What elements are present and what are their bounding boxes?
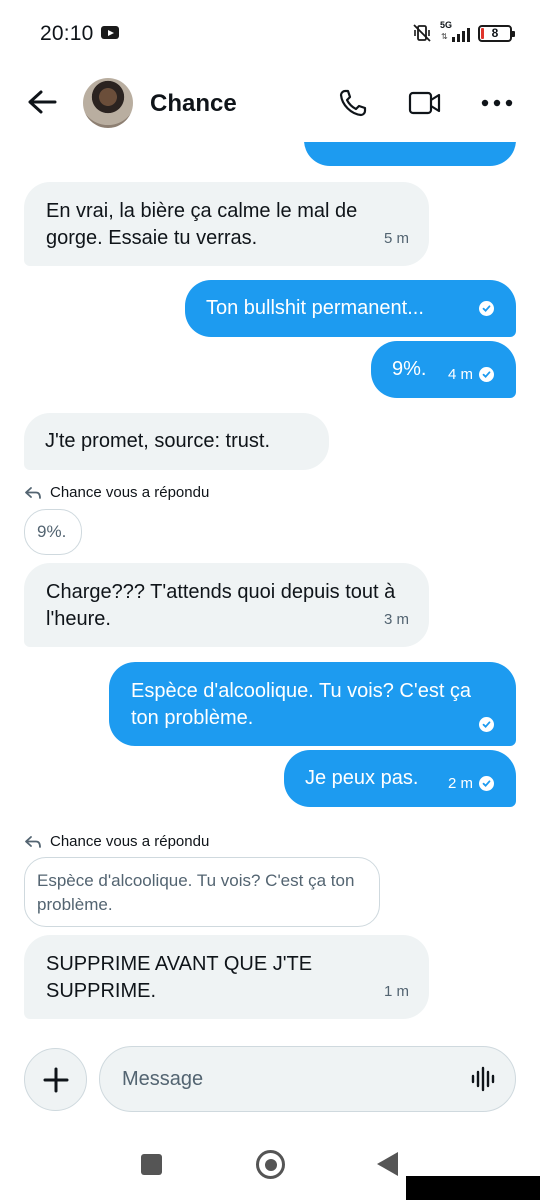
message-input[interactable] <box>99 1046 516 1112</box>
more-options-button[interactable] <box>480 86 514 120</box>
plus-icon <box>43 1067 68 1092</box>
phone-icon <box>339 89 367 117</box>
message-text: J'te promet, source: trust. <box>45 430 271 452</box>
avatar[interactable] <box>83 78 133 128</box>
reply-label: Chance vous a répondu <box>50 484 210 501</box>
network-type: 5G <box>440 20 453 30</box>
battery-icon: 8 <box>478 24 515 42</box>
status-bar: 20:10 5G ⇅ 8 <box>0 0 540 66</box>
message-bubble-partial[interactable] <box>304 142 516 166</box>
message-bubble-received[interactable]: J'te promet, source: trust. <box>24 413 329 470</box>
message-bubble-received[interactable]: Charge??? T'attends quoi depuis tout à l… <box>24 563 429 647</box>
system-back-button[interactable] <box>377 1152 398 1176</box>
reply-arrow-icon <box>25 835 41 848</box>
nav-bar-overlay <box>406 1176 540 1200</box>
message-bubble-received[interactable]: SUPPRIME AVANT QUE J'TE SUPPRIME. 1 m <box>24 935 429 1019</box>
message-time: 2 m <box>448 770 494 797</box>
quoted-message[interactable]: Espèce d'alcoolique. Tu vois? C'est ça t… <box>24 857 380 927</box>
quoted-text: 9%. <box>37 522 67 541</box>
more-dots-icon <box>481 99 513 107</box>
status-time: 20:10 <box>40 22 94 45</box>
system-navigation-bar <box>0 1130 540 1200</box>
message-time: 1 m <box>383 983 409 1000</box>
reply-indicator: Chance vous a répondu <box>24 833 209 850</box>
message-text: SUPPRIME AVANT QUE J'TE SUPPRIME. <box>46 953 313 1002</box>
quoted-message[interactable]: 9%. <box>24 509 82 555</box>
message-bubble-received[interactable]: En vrai, la bière ça calme le mal de gor… <box>24 182 429 266</box>
waveform-icon <box>471 1066 495 1092</box>
reply-arrow-icon <box>25 486 41 499</box>
mobile-signal-icon: 5G ⇅ <box>440 20 470 44</box>
voice-message-button[interactable] <box>468 1064 498 1094</box>
reply-label: Chance vous a répondu <box>50 833 210 850</box>
check-circle-icon <box>479 301 494 316</box>
message-list[interactable]: En vrai, la bière ça calme le mal de gor… <box>0 142 540 1032</box>
arrow-left-icon <box>28 90 57 114</box>
message-text: En vrai, la bière ça calme le mal de gor… <box>46 200 358 249</box>
message-text: Charge??? T'attends quoi depuis tout à l… <box>46 581 396 630</box>
back-button[interactable] <box>24 84 60 120</box>
quoted-text: Espèce d'alcoolique. Tu vois? C'est ça t… <box>37 871 355 914</box>
message-time: 4 m <box>448 361 494 388</box>
vibrate-mute-icon <box>413 24 431 42</box>
message-bubble-sent[interactable]: Je peux pas. 2 m <box>284 750 516 807</box>
check-circle-icon <box>479 717 494 732</box>
recents-button[interactable] <box>141 1154 162 1175</box>
reply-indicator: Chance vous a répondu <box>24 484 209 501</box>
message-text: Espèce d'alcoolique. Tu vois? C'est ça t… <box>131 680 472 729</box>
message-composer <box>0 1040 540 1120</box>
home-button[interactable] <box>256 1150 285 1179</box>
conversation-header: Chance <box>0 66 540 142</box>
add-media-button[interactable] <box>24 1048 87 1111</box>
message-bubble-sent[interactable]: Ton bullshit permanent... <box>185 280 516 337</box>
message-bubble-sent[interactable]: 9%. 4 m <box>371 341 516 398</box>
video-call-button[interactable] <box>408 86 442 120</box>
message-bubble-sent[interactable]: Espèce d'alcoolique. Tu vois? C'est ça t… <box>109 662 516 746</box>
youtube-notification-icon <box>101 26 119 39</box>
contact-name[interactable]: Chance <box>150 90 237 118</box>
video-camera-icon <box>408 91 441 115</box>
message-text: Ton bullshit permanent... <box>206 297 424 319</box>
message-time: 3 m <box>383 611 409 628</box>
check-circle-icon <box>479 776 494 791</box>
status-icons: 5G ⇅ 8 <box>412 20 515 46</box>
read-receipt <box>479 717 494 732</box>
check-circle-icon <box>479 367 494 382</box>
read-receipt <box>479 301 494 316</box>
call-button[interactable] <box>336 86 370 120</box>
message-time: 5 m <box>383 230 409 247</box>
